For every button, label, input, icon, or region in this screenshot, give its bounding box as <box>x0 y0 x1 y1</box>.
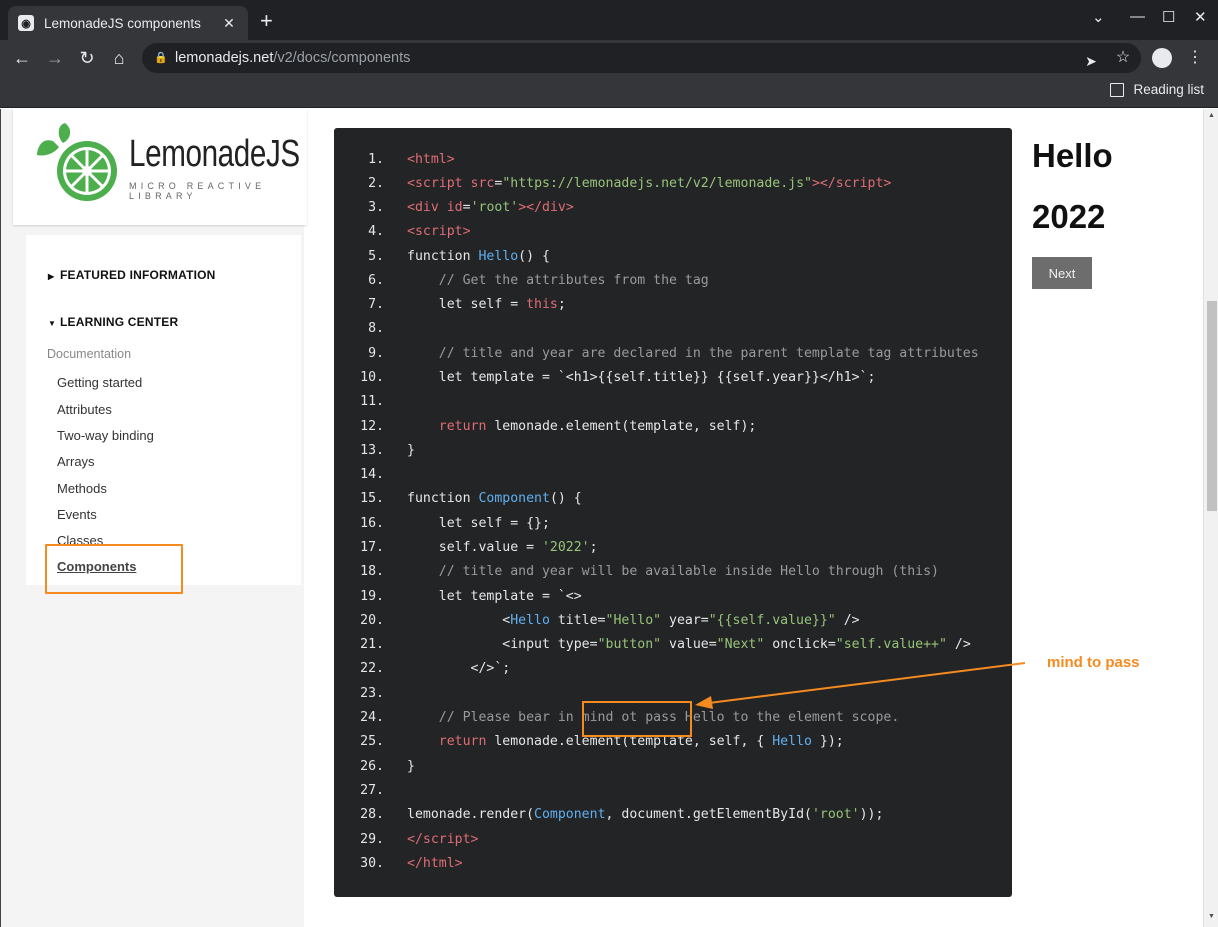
reading-list-icon <box>1110 82 1125 97</box>
logo-card[interactable]: LemonadeJS MICRO REACTIVE LIBRARY <box>13 109 307 225</box>
sidebar-item-two-way-binding[interactable]: Two-way binding <box>57 428 154 443</box>
nav-section-label: FEATURED INFORMATION <box>60 268 216 282</box>
components-highlight-box <box>45 544 183 594</box>
preview-year: 2022 <box>1032 198 1106 235</box>
scrollbar-thumb[interactable] <box>1207 301 1217 511</box>
annotation-arrow-icon <box>695 662 1026 709</box>
code-line: 28. lemonade.render(Component, document.g… <box>360 807 884 822</box>
browser-tab[interactable]: ◉ LemonadeJS components ✕ <box>8 6 248 40</box>
forward-icon[interactable]: → <box>43 46 67 70</box>
profile-avatar-icon[interactable] <box>1152 48 1172 68</box>
code-line: 8. <box>368 321 384 336</box>
code-line: 14. <box>360 467 384 482</box>
close-window-icon[interactable]: ✕ <box>1194 8 1207 26</box>
code-line: 29. </script> <box>360 832 479 847</box>
code-line: 26.} <box>360 759 415 774</box>
menu-icon[interactable]: ⋮ <box>1183 46 1207 70</box>
nav-section-featured[interactable]: ▶ FEATURED INFORMATION <box>48 268 216 282</box>
scroll-up-icon[interactable]: ▲ <box>1208 112 1215 119</box>
lock-icon: 🔒 <box>154 52 168 64</box>
tab-title: LemonadeJS components <box>44 15 201 31</box>
nav-group-documentation[interactable]: Documentation <box>47 347 131 361</box>
browser-titlebar: ◉ LemonadeJS components ✕ + ⌄ — ☐ ✕ <box>0 0 1218 40</box>
scroll-down-icon[interactable]: ▼ <box>1208 913 1215 920</box>
maximize-icon[interactable]: ☐ <box>1162 8 1175 26</box>
browser-toolbar: ← → ↻ ⌂ 🔒 lemonadejs.net/v2/docs/compone… <box>0 40 1218 76</box>
code-line: 30. </html> <box>360 856 463 871</box>
code-line: 2. <script src="https://lemonadejs.net/v2… <box>368 176 892 191</box>
code-line: 12. return lemonade.element(template, se… <box>360 419 757 434</box>
preview-title: Hello <box>1032 137 1113 174</box>
annotation-label: mind to pass <box>1047 654 1140 671</box>
close-tab-icon[interactable]: ✕ <box>220 15 238 32</box>
typo-highlight-box <box>582 701 692 737</box>
new-tab-icon[interactable]: + <box>260 9 273 33</box>
code-line: 20. <Hello title="Hello" year="{{self.va… <box>360 613 860 628</box>
code-line: 5. function Hello() { <box>368 249 550 264</box>
code-line: 3. <div id='root'></div> <box>368 200 574 215</box>
left-column: LemonadeJS MICRO REACTIVE LIBRARY ▶ FEATU… <box>1 109 307 927</box>
home-icon[interactable]: ⌂ <box>107 46 131 70</box>
code-line: 13.} <box>360 443 415 458</box>
reload-icon[interactable]: ↻ <box>75 46 99 70</box>
next-button[interactable]: Next <box>1032 257 1092 289</box>
code-line: 4. <script> <box>368 224 471 239</box>
lemon-logo-icon <box>37 123 117 201</box>
caret-down-icon: ▼ <box>48 319 57 328</box>
bookmark-star-icon[interactable]: ☆ <box>1111 46 1135 70</box>
back-icon[interactable]: ← <box>10 46 34 70</box>
page-scrollbar[interactable]: ▲ ▼ <box>1203 109 1218 927</box>
send-icon[interactable]: ➤ <box>1079 49 1103 73</box>
code-line: 6. // Get the attributes from the tag <box>368 273 709 288</box>
logo-wordmark: LemonadeJS <box>129 133 300 175</box>
sidebar-item-arrays[interactable]: Arrays <box>57 454 95 469</box>
code-line: 15. function Component() { <box>360 491 582 506</box>
lemonade-favicon-icon: ◉ <box>18 15 34 31</box>
url-path: /v2/docs/components <box>273 50 411 66</box>
nav-section-label: LEARNING CENTER <box>60 315 179 329</box>
code-line: 7. let self = this; <box>368 297 566 312</box>
minimize-icon[interactable]: — <box>1130 8 1145 25</box>
sidebar-item-getting-started[interactable]: Getting started <box>57 375 142 390</box>
code-line: 27. <box>360 783 384 798</box>
sidebar-item-attributes[interactable]: Attributes <box>57 402 112 417</box>
code-line: 10. let template = `<h1>{{self.title}} {… <box>360 370 876 385</box>
code-line: 16. let self = {}; <box>360 516 550 531</box>
nav-section-learning[interactable]: ▼ LEARNING CENTER <box>48 315 178 329</box>
code-line: 9. // title and year are declared in the… <box>368 346 979 361</box>
code-line: 11. <box>360 394 384 409</box>
caret-right-icon: ▶ <box>48 272 55 281</box>
sidebar-item-events[interactable]: Events <box>57 507 97 522</box>
code-line: 18. // title and year will be available … <box>360 564 939 579</box>
address-bar[interactable]: 🔒 lemonadejs.net/v2/docs/components <box>142 43 1141 73</box>
code-line: 17. self.value = '2022'; <box>360 540 598 555</box>
code-line: 19. let template = `<> <box>360 589 582 604</box>
url-host: lemonadejs.net <box>175 50 274 66</box>
bookmark-bar: Reading list <box>0 76 1218 108</box>
sidebar-item-methods[interactable]: Methods <box>57 481 107 496</box>
reading-list-button[interactable]: Reading list <box>1110 82 1204 97</box>
logo-tagline: MICRO REACTIVE LIBRARY <box>129 181 266 201</box>
page-content: LemonadeJS MICRO REACTIVE LIBRARY ▶ FEATU… <box>0 109 1218 927</box>
reading-list-label: Reading list <box>1133 82 1204 97</box>
tab-search-chevron-icon[interactable]: ⌄ <box>1092 8 1105 26</box>
code-example: 1. <html> 2. <script src="https://lemonade… <box>334 128 1012 897</box>
code-line: 1. <html> <box>368 152 455 167</box>
